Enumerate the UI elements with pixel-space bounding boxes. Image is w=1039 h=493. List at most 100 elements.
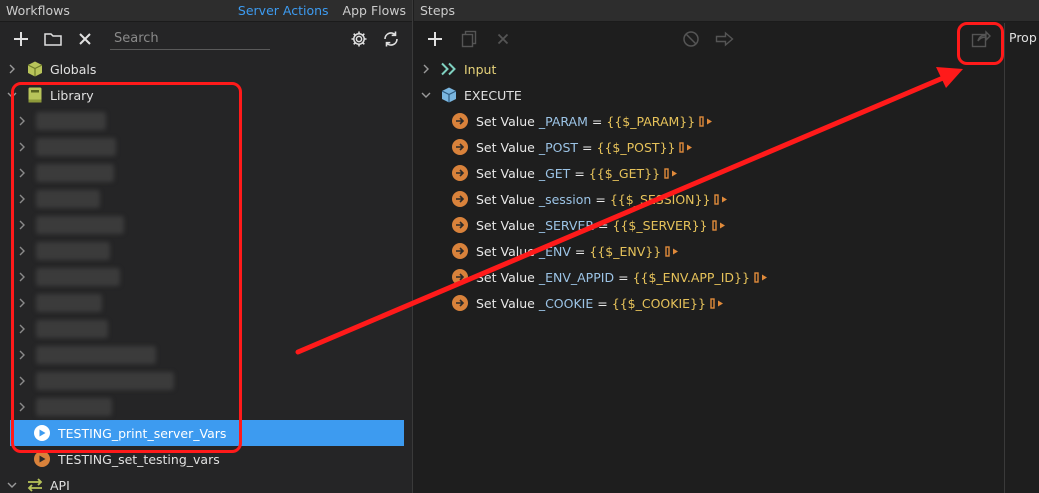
step-variable-name: _COOKIE [538,295,594,311]
output-icon [664,167,678,179]
step-set-value[interactable]: Set Value _session = {{$_SESSION}} [414,186,1039,212]
redacted-tree-item[interactable] [0,316,412,342]
arrow-right-circle-icon [452,243,468,259]
chevron-down-icon[interactable] [4,91,20,99]
chevron-right-icon[interactable] [14,272,30,282]
redacted-tree-item[interactable] [0,134,412,160]
share-output-button[interactable] [968,26,994,52]
step-equals: = [618,269,629,285]
disable-step-button[interactable] [678,26,704,52]
workflows-panel: Workflows Server Actions App Flows Searc… [0,0,413,493]
redacted-label [36,268,120,286]
add-step-button[interactable] [422,26,448,52]
tab-app-flows[interactable]: App Flows [343,3,406,18]
tree-item-api[interactable]: API [0,472,412,493]
step-variable-name: _ENV [538,243,571,259]
chevron-right-icon[interactable] [14,324,30,334]
chevron-right-icon[interactable] [4,64,20,74]
step-set-value[interactable]: Set Value _ENV_APPID = {{$_ENV.APP_ID}} [414,264,1039,290]
workflows-header: Workflows Server Actions App Flows [0,0,412,22]
redacted-tree-item[interactable] [0,368,412,394]
refresh-button[interactable] [378,26,404,52]
step-value-expression: {{$_COOKIE}} [611,295,706,311]
double-chevron-icon [440,60,458,78]
redacted-label [36,346,156,364]
copy-step-button[interactable] [456,26,482,52]
folder-icon [44,33,62,46]
output-icon [665,245,679,257]
api-label: API [50,477,70,493]
add-folder-button[interactable] [40,26,66,52]
step-keyword: Set Value [476,295,535,311]
redacted-tree-item[interactable] [0,186,412,212]
search-input[interactable] [110,28,270,50]
step-value-expression: {{$_SESSION}} [609,191,711,207]
step-variable-name: _SERVER [538,217,595,233]
output-step-button[interactable] [712,26,738,52]
step-equals: = [591,113,603,129]
step-value-expression: {{$_POST}} [596,139,676,155]
action-item-testing-set-testing-vars[interactable]: TESTING_set_testing_vars [0,446,412,472]
step-variable-name: _POST [538,139,579,155]
action-item-testing-print-server-vars[interactable]: TESTING_print_server_Vars [10,420,404,446]
chevron-right-icon[interactable] [14,350,30,360]
chevron-down-icon[interactable] [4,481,20,489]
redacted-tree-item[interactable] [0,238,412,264]
globals-label: Globals [50,61,97,77]
redacted-label [36,138,116,156]
redacted-label [36,190,100,208]
tree-item-library[interactable]: Library [0,82,412,108]
step-set-value[interactable]: Set Value _COOKIE = {{$_COOKIE}} [414,290,1039,316]
close-icon [79,33,91,45]
redacted-label [36,242,110,260]
arrow-right-circle-icon [452,217,468,233]
redacted-tree-item[interactable] [0,264,412,290]
step-set-value[interactable]: Set Value _POST = {{$_POST}} [414,134,1039,160]
step-value-expression: {{$_PARAM}} [606,113,696,129]
properties-panel-tab[interactable]: Prop [1004,23,1039,493]
step-set-value[interactable]: Set Value _GET = {{$_GET}} [414,160,1039,186]
play-circle-icon [34,451,50,467]
cube-outline-icon [440,86,458,104]
add-button[interactable] [8,26,34,52]
chevron-right-icon[interactable] [14,142,30,152]
chevron-right-icon[interactable] [418,64,434,74]
chevron-right-icon[interactable] [14,402,30,412]
tree-item-globals[interactable]: Globals [0,56,412,82]
chevron-right-icon[interactable] [14,194,30,204]
redacted-tree-item[interactable] [0,160,412,186]
step-variable-name: _GET [538,165,571,181]
action-label: TESTING_print_server_Vars [58,425,227,441]
chevron-right-icon[interactable] [14,246,30,256]
refresh-icon [384,31,398,47]
redacted-tree-item[interactable] [0,108,412,134]
settings-button[interactable] [346,26,372,52]
chevron-right-icon[interactable] [14,116,30,126]
redacted-tree-item[interactable] [0,212,412,238]
step-set-value[interactable]: Set Value _SERVER = {{$_SERVER}} [414,212,1039,238]
chevron-down-icon[interactable] [418,91,434,99]
step-keyword: Set Value [476,113,535,129]
chevron-right-icon[interactable] [14,168,30,178]
step-execute[interactable]: EXECUTE [414,82,1039,108]
execute-statements: Set Value _PARAM = {{$_PARAM}} Set Value _POS… [414,108,1039,316]
chevron-right-icon[interactable] [14,298,30,308]
step-set-value[interactable]: Set Value _ENV = {{$_ENV}} [414,238,1039,264]
tab-server-actions[interactable]: Server Actions [238,3,329,18]
delete-button[interactable] [72,26,98,52]
redacted-tree-item[interactable] [0,290,412,316]
book-icon [26,86,44,104]
step-input[interactable]: Input [414,56,1039,82]
redacted-tree-item[interactable] [0,342,412,368]
library-label: Library [50,87,94,103]
arrow-right-circle-icon [452,113,468,129]
step-set-value[interactable]: Set Value _PARAM = {{$_PARAM}} [414,108,1039,134]
delete-step-button[interactable] [490,26,516,52]
chevron-right-icon[interactable] [14,220,30,230]
steps-toolbar [414,22,1039,56]
chevron-right-icon[interactable] [14,376,30,386]
step-keyword: Set Value [476,191,535,207]
plus-icon [428,32,442,46]
step-keyword: Set Value [476,165,535,181]
redacted-tree-item[interactable] [0,394,412,420]
